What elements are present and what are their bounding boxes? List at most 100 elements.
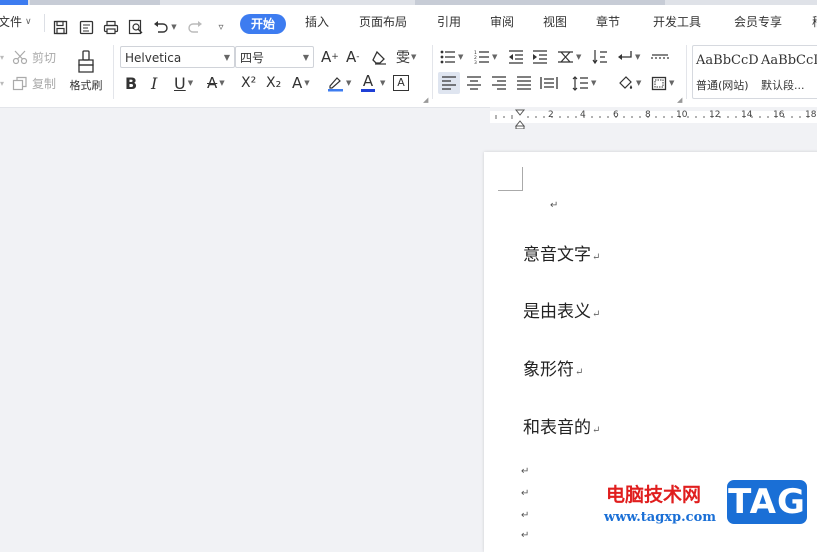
copy-dropdown-icon[interactable]: ▾ <box>0 72 4 94</box>
document-paragraph[interactable]: 是由表义↵ <box>523 297 600 322</box>
decrease-indent-button[interactable] <box>508 46 524 68</box>
align-center-button[interactable] <box>466 72 482 94</box>
page-margin-corner-mark <box>498 167 523 191</box>
underline-button[interactable]: U ▼ <box>174 72 193 94</box>
ruler-tick-label: 12 <box>709 110 721 120</box>
format-painter-button[interactable]: 格式刷 <box>66 45 106 97</box>
tab-review[interactable]: 审阅 <box>490 5 514 39</box>
sort-button[interactable] <box>592 46 608 68</box>
tab-member[interactable]: 会员专享 <box>734 5 782 39</box>
distributed-justify-button[interactable] <box>540 72 558 94</box>
highlight-button[interactable]: ▼ <box>327 72 351 94</box>
align-right-button[interactable] <box>491 72 507 94</box>
ruler-scale <box>490 109 817 129</box>
strikethrough-button[interactable]: A ▼ <box>207 72 225 94</box>
tab-developer-tools[interactable]: 开发工具 <box>653 5 701 39</box>
tab-home[interactable]: 开始 <box>240 14 287 34</box>
font-color-swatch <box>361 89 375 92</box>
numbered-list-icon: 123 <box>474 50 489 64</box>
numbering-dropdown-icon: ▼ <box>492 53 498 61</box>
paragraph-mark: ↵ <box>521 488 530 499</box>
grow-font-glyph: A <box>321 48 332 66</box>
borders-dropdown-icon: ▼ <box>669 79 675 87</box>
print-preview-icon[interactable] <box>128 19 144 35</box>
distributed-align-button[interactable] <box>651 46 669 68</box>
superscript-button[interactable]: X² <box>241 72 256 94</box>
save-icon[interactable] <box>52 19 68 35</box>
show-hide-marks-button[interactable]: ▼ <box>617 46 640 68</box>
export-pdf-icon[interactable] <box>78 19 94 35</box>
file-menu[interactable]: 文件 <box>0 5 22 39</box>
phonetic-guide-button[interactable]: 雯 ▼ <box>396 46 416 68</box>
bullets-button[interactable]: ▼ <box>440 46 463 68</box>
tab-more[interactable]: 稻 <box>812 5 817 39</box>
justify-button[interactable] <box>516 72 532 94</box>
horizontal-ruler[interactable]: 2 4 6 8 10 12 14 16 18 <box>490 107 817 129</box>
document-paragraph[interactable]: 象形符↵ <box>523 355 583 380</box>
font-color-dropdown-icon[interactable]: ▼ <box>380 72 385 94</box>
document-paragraph[interactable]: 意音文字↵ <box>523 240 600 265</box>
style-preview: AaBbCcD <box>696 53 759 68</box>
font-color-button[interactable]: A <box>361 72 375 94</box>
distribute-icon <box>651 54 669 59</box>
text-effect-dropdown-icon: ▼ <box>304 79 310 87</box>
tab-chapter[interactable]: 章节 <box>596 5 620 39</box>
phonetic-dropdown-icon: ▼ <box>411 53 417 61</box>
character-border-glyph: A <box>393 75 409 91</box>
tab-insert[interactable]: 插入 <box>305 5 329 39</box>
ruler-tick-label: 18 <box>805 110 817 120</box>
style-normal-web[interactable]: AaBbCcD 普通(网站) <box>696 53 759 97</box>
strikethrough-dropdown-icon: ▼ <box>219 79 225 87</box>
ruler-tick-label: 6 <box>613 110 619 120</box>
shrink-font-button[interactable]: A- <box>346 46 360 68</box>
tab-references[interactable]: 引用 <box>437 5 461 39</box>
align-left-button[interactable] <box>438 72 460 94</box>
increase-indent-button[interactable] <box>532 46 548 68</box>
borders-button[interactable]: ▼ <box>651 72 674 94</box>
line-spacing-button[interactable]: ▼ <box>572 72 596 94</box>
paragraph-dialog-launcher-icon[interactable]: ◢ <box>677 96 682 104</box>
ruler-tick-label: 4 <box>580 110 586 120</box>
paragraph-mark: ↵ <box>592 309 601 320</box>
grow-font-button[interactable]: A + <box>321 46 339 68</box>
print-icon[interactable] <box>103 19 119 35</box>
font-dialog-launcher-icon[interactable]: ◢ <box>423 96 428 104</box>
shading-button[interactable]: ▼ <box>617 72 641 94</box>
line-spacing-dropdown-icon: ▼ <box>591 79 597 87</box>
tab-page-layout[interactable]: 页面布局 <box>359 5 407 39</box>
clear-format-button[interactable] <box>371 46 387 68</box>
ribbon-toolbar: ▾ 剪切 ▾ 复制 格式刷 Helvetica ▼ 四号 ▼ A + A- 雯 ▼ … <box>0 39 817 108</box>
site-watermark: 电脑技术网 www.tagxp.com TAG <box>600 478 817 535</box>
ruler-tick-label: 2 <box>548 110 554 120</box>
styles-gallery: AaBbCcD 普通(网站) AaBbCcD 默认段... <box>692 45 817 99</box>
text-effect-button[interactable]: A ▼ <box>292 72 310 94</box>
style-preview: AaBbCcD <box>761 53 817 68</box>
character-border-button[interactable]: A <box>393 72 409 94</box>
undo-icon[interactable] <box>153 19 169 35</box>
group-divider <box>686 45 687 99</box>
font-name-select[interactable]: Helvetica ▼ <box>120 46 235 68</box>
cut-button[interactable]: 剪切 <box>12 46 56 68</box>
copy-button[interactable]: 复制 <box>12 72 56 94</box>
italic-button[interactable]: I <box>151 72 157 94</box>
subscript-button[interactable]: X₂ <box>266 72 281 94</box>
paste-dropdown-icon[interactable]: ▾ <box>0 46 4 68</box>
document-paragraph[interactable]: 和表音的↵ <box>523 413 600 438</box>
undo-dropdown-icon[interactable]: ▼ <box>170 19 178 35</box>
strikethrough-glyph: A <box>207 74 218 92</box>
font-size-select[interactable]: 四号 ▼ <box>235 46 314 68</box>
marks-dropdown-icon: ▼ <box>635 53 641 61</box>
numbering-button[interactable]: 123 ▼ <box>474 46 497 68</box>
align-left-icon <box>442 76 456 90</box>
font-size-dropdown-icon: ▼ <box>302 53 309 62</box>
font-size-value: 四号 <box>240 51 265 65</box>
customize-toolbar-icon[interactable]: ▿ <box>213 19 229 35</box>
style-default-paragraph[interactable]: AaBbCcD 默认段... <box>761 53 817 97</box>
paragraph-mark: ↵ <box>521 510 530 521</box>
scissors-icon <box>12 50 28 64</box>
tab-view[interactable]: 视图 <box>543 5 567 39</box>
bold-button[interactable]: B <box>125 72 137 94</box>
file-menu-chevron-icon[interactable]: ∨ <box>25 5 32 39</box>
redo-icon[interactable] <box>187 19 203 35</box>
chinese-layout-button[interactable]: ▼ <box>557 46 581 68</box>
